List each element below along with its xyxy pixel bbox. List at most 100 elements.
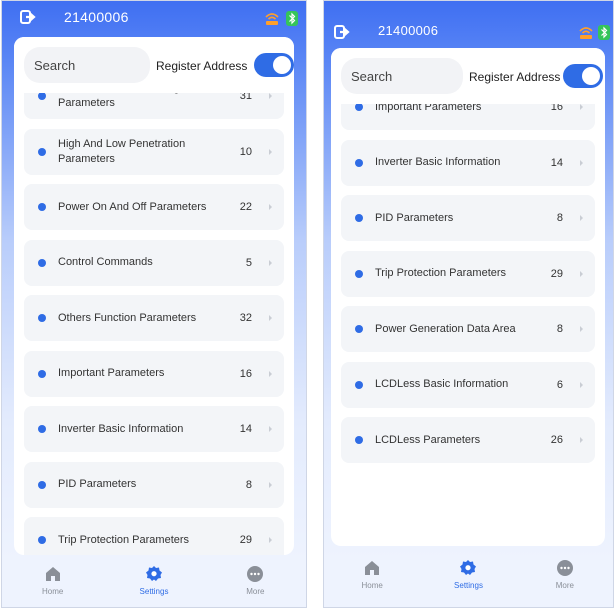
search-input[interactable]: Search (341, 58, 463, 94)
item-count: 16 (550, 104, 563, 113)
device-id: 21400006 (378, 23, 439, 38)
list-item[interactable]: Inverter Basic Information 14 (341, 139, 595, 186)
item-count: 8 (245, 478, 252, 491)
tab-label: Settings (454, 581, 483, 590)
item-count: 10 (239, 145, 252, 158)
chevron-right-icon (269, 315, 272, 321)
item-count: 8 (556, 212, 563, 224)
list-item[interactable]: Others Function Parameters 32 (24, 295, 284, 341)
more-icon (556, 560, 573, 576)
bullet-dot (355, 104, 363, 111)
list-item[interactable]: PID Parameters 8 (24, 461, 284, 508)
chevron-right-icon (580, 326, 583, 332)
list-item[interactable]: Power On And Off Parameters 22 (24, 184, 284, 230)
bullet-dot (38, 480, 46, 489)
bullet-dot (38, 369, 46, 378)
list-item[interactable]: Control Commands 5 (24, 239, 284, 286)
bullet-dot (38, 93, 46, 100)
item-label: Trip Protection Parameters (375, 267, 507, 279)
parameter-panel: Search Register Address Important Parame… (331, 48, 605, 546)
bullet-dot (38, 536, 46, 544)
item-count: 6 (556, 378, 563, 391)
item-count: 5 (245, 256, 252, 269)
chevron-right-icon (269, 204, 272, 210)
bullet-dot (38, 314, 46, 322)
bluetooth-icon[interactable] (598, 25, 610, 40)
bottom-tab-bar: Home Settings More (324, 551, 613, 607)
list-item[interactable]: Important Parameters 16 (24, 350, 284, 397)
top-bar: 21400006 (324, 1, 613, 40)
list-item[interactable]: Important Parameters 16 (341, 104, 595, 130)
register-address-toggle[interactable] (254, 53, 294, 77)
chevron-right-icon (580, 215, 583, 221)
search-row: Search Register Address (331, 48, 605, 104)
parameter-list: Reactive Power Derating Parameters 31 Hig… (14, 93, 294, 555)
bottom-tab-bar: Home Settings More (2, 557, 306, 607)
item-count: 32 (239, 312, 252, 324)
list-item[interactable]: Trip Protection Parameters 29 (341, 250, 595, 297)
bullet-dot (38, 425, 46, 433)
register-address-label: Register Address (156, 59, 248, 73)
bullet-dot (38, 203, 46, 211)
item-count: 29 (550, 267, 563, 280)
chevron-right-icon (580, 159, 583, 166)
list-item[interactable]: LCDLess Basic Information 6 (341, 361, 595, 408)
list-item[interactable]: Power Generation Data Area 8 (341, 306, 595, 352)
list-item[interactable]: Trip Protection Parameters 29 (24, 517, 284, 555)
tab-home[interactable]: Home (2, 557, 103, 607)
item-label: LCDLess Basic Information (375, 378, 509, 390)
gear-icon (460, 560, 477, 575)
exit-icon[interactable] (20, 10, 36, 24)
item-label: PID Parameters (58, 478, 137, 490)
bullet-dot (38, 147, 46, 156)
tab-settings[interactable]: Settings (103, 557, 204, 607)
item-label: Control Commands (58, 256, 153, 268)
list-item[interactable]: PID Parameters 8 (341, 195, 595, 241)
tab-home[interactable]: Home (324, 551, 420, 607)
item-count: 16 (239, 367, 252, 380)
device-id: 21400006 (64, 9, 129, 25)
item-count: 22 (239, 201, 252, 213)
chevron-right-icon (269, 481, 272, 488)
exit-icon[interactable] (334, 25, 350, 39)
more-icon (247, 566, 264, 582)
bullet-dot (355, 158, 363, 167)
chevron-right-icon (580, 270, 583, 277)
list-item[interactable]: Inverter Basic Information 14 (24, 406, 284, 452)
register-address-toggle[interactable] (563, 64, 603, 88)
wifi-router-icon[interactable] (578, 25, 594, 40)
bluetooth-icon[interactable] (286, 11, 298, 26)
chevron-right-icon (269, 426, 272, 432)
list-item[interactable]: LCDLess Parameters 26 (341, 417, 595, 463)
search-row: Search Register Address (14, 37, 294, 93)
item-count: 26 (550, 434, 563, 446)
search-input[interactable]: Search (24, 47, 150, 83)
item-label: LCDLess Parameters (375, 433, 481, 446)
item-label: Others Function Parameters (58, 311, 197, 324)
parameter-list: Important Parameters 16 Inverter Basic In… (331, 104, 605, 546)
list-item[interactable]: Reactive Power Derating Parameters 31 (24, 93, 284, 119)
tab-more[interactable]: More (205, 557, 306, 607)
item-label: Inverter Basic Information (375, 156, 501, 168)
home-icon (45, 567, 60, 581)
tab-more[interactable]: More (517, 551, 613, 607)
left-screen: 21400006 Search Register Address Reactiv… (1, 0, 307, 608)
parameter-panel: Search Register Address Reactive Power D… (14, 37, 294, 555)
item-count: 8 (556, 323, 563, 335)
bullet-dot (355, 325, 363, 333)
item-label: Trip Protection Parameters (58, 533, 190, 546)
list-item[interactable]: High And Low Penetration Parameters 10 (24, 128, 284, 175)
item-label: High And Low Penetration Parameters (58, 137, 186, 165)
register-address-label: Register Address (469, 70, 561, 84)
tab-label: Settings (139, 587, 169, 596)
item-count: 31 (239, 93, 252, 102)
wifi-router-icon[interactable] (264, 11, 280, 26)
item-label: Inverter Basic Information (58, 422, 184, 435)
chevron-right-icon (269, 93, 272, 99)
chevron-right-icon (269, 148, 272, 155)
tab-settings[interactable]: Settings (420, 551, 516, 607)
gear-icon (145, 566, 162, 581)
tab-label: Home (361, 581, 383, 590)
item-label: Reactive Power Derating Parameters (58, 93, 180, 109)
chevron-right-icon (269, 370, 272, 377)
